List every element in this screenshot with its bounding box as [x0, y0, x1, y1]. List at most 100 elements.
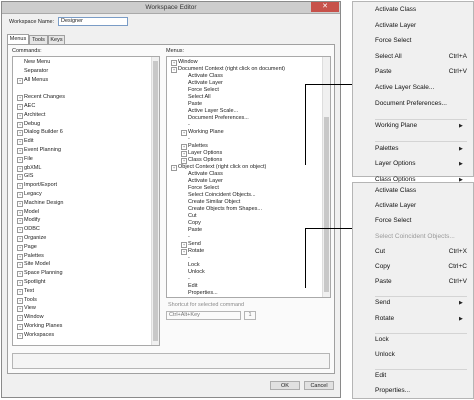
- expand-icon[interactable]: +: [181, 144, 187, 150]
- callout-bracket-object: [305, 228, 306, 288]
- shortcut-modifier-select[interactable]: Ctrl+Alt+Key: [166, 311, 241, 320]
- expand-icon[interactable]: +: [181, 151, 187, 157]
- tab-keys[interactable]: Keys: [48, 35, 65, 44]
- commands-scroll-thumb[interactable]: [153, 61, 158, 341]
- menu-item[interactable]: Activate Class: [375, 6, 416, 14]
- expand-icon[interactable]: +: [17, 324, 23, 330]
- expand-icon[interactable]: +: [171, 67, 177, 73]
- command-label: Spotlight: [24, 279, 46, 285]
- menu-tree-label: Activate Class: [188, 171, 223, 177]
- menu-item[interactable]: Send: [375, 299, 390, 307]
- commands-list[interactable]: New Menu Separator + All Menus + Recent Chang…: [12, 56, 160, 346]
- submenu-arrow-icon: ▶: [459, 300, 463, 307]
- callout-bracket-document: [305, 84, 306, 165]
- expand-icon[interactable]: +: [17, 288, 23, 295]
- command-label: Organize: [24, 235, 47, 241]
- expand-icon[interactable]: +: [17, 227, 23, 234]
- menus-scroll-thumb[interactable]: [324, 117, 329, 292]
- expand-icon[interactable]: +: [181, 242, 187, 248]
- expand-icon[interactable]: +: [17, 209, 23, 216]
- commands-scrollbar[interactable]: [151, 57, 159, 345]
- menu-item[interactable]: Lock: [375, 336, 389, 344]
- expand-icon[interactable]: +: [17, 262, 23, 269]
- expand-icon[interactable]: +: [181, 249, 187, 255]
- menu-item[interactable]: Rotate: [375, 315, 394, 323]
- menu-item[interactable]: Properties...: [375, 387, 410, 395]
- expand-icon[interactable]: +: [17, 297, 23, 304]
- menus-tree[interactable]: + Window + Document Context (right click on…: [166, 56, 331, 298]
- menu-item[interactable]: Unlock: [375, 351, 395, 359]
- command-label: Legacy: [24, 191, 42, 197]
- workspace-editor-dialog: Workspace Editor ✕ Workspace Name: Desig…: [1, 1, 341, 398]
- menu-item[interactable]: Select All: [375, 53, 402, 61]
- expand-icon[interactable]: +: [17, 332, 23, 339]
- tab-menus[interactable]: Menus: [7, 34, 29, 44]
- command-label: GIS: [24, 173, 34, 180]
- menu-item[interactable]: Active Layer Scale...: [375, 84, 434, 92]
- command-label: Text: [24, 287, 35, 294]
- expand-icon[interactable]: +: [17, 315, 23, 322]
- expand-icon[interactable]: +: [17, 218, 23, 225]
- close-icon[interactable]: ✕: [311, 2, 339, 12]
- menus-scrollbar[interactable]: [322, 57, 330, 297]
- menu-item[interactable]: Layer Options: [375, 160, 415, 168]
- menu-tree-label: Cut: [188, 213, 197, 219]
- command-label: Palettes: [24, 252, 44, 259]
- menu-item[interactable]: Paste: [375, 278, 392, 286]
- expand-icon[interactable]: +: [17, 174, 23, 181]
- expand-icon[interactable]: +: [17, 165, 23, 172]
- menu-tree-label: Paste: [188, 101, 203, 107]
- dialog-title: Workspace Editor: [145, 4, 197, 11]
- expand-icon[interactable]: +: [17, 244, 23, 251]
- menu-item-shortcut: Ctrl+A: [448, 52, 467, 60]
- cancel-button[interactable]: Cancel: [304, 381, 334, 390]
- menu-item[interactable]: Force Select: [375, 217, 412, 225]
- shortcut-key-field[interactable]: 1: [244, 311, 256, 320]
- menu-item[interactable]: Working Plane: [375, 122, 417, 130]
- expand-icon[interactable]: +: [181, 130, 187, 136]
- menu-item-shortcut: Ctrl+X: [448, 247, 467, 255]
- submenu-arrow-icon: ▶: [459, 161, 463, 168]
- menu-separator: [375, 118, 467, 120]
- menu-item[interactable]: Copy: [375, 263, 390, 271]
- expand-icon[interactable]: +: [17, 148, 23, 154]
- expand-icon[interactable]: +: [17, 306, 23, 313]
- expand-icon[interactable]: +: [171, 60, 177, 66]
- expand-icon[interactable]: +: [17, 183, 23, 190]
- menu-tree-label: Document Preferences...: [188, 115, 249, 121]
- expand-icon[interactable]: +: [17, 236, 23, 242]
- menu-tree-label: Create Similar Object: [188, 199, 241, 205]
- menu-item[interactable]: Palettes: [375, 145, 399, 153]
- ok-button[interactable]: OK: [270, 381, 300, 390]
- tab-tools[interactable]: Tools: [29, 35, 48, 44]
- workspace-name-label: Workspace Name:: [9, 19, 55, 25]
- expand-icon[interactable]: +: [17, 280, 23, 286]
- object-context-menu: Activate Class Activate Layer Force Select…: [352, 182, 474, 399]
- expand-icon[interactable]: +: [17, 139, 23, 146]
- menu-item[interactable]: Document Preferences...: [375, 100, 447, 108]
- menu-separator: [375, 369, 467, 371]
- expand-icon[interactable]: +: [17, 130, 23, 137]
- workspace-name-input[interactable]: Designer: [58, 17, 128, 26]
- command-label: Separator: [24, 67, 49, 74]
- expand-icon[interactable]: +: [17, 121, 23, 128]
- expand-icon[interactable]: +: [17, 104, 23, 110]
- menu-item[interactable]: Force Select: [375, 37, 412, 45]
- expand-icon[interactable]: +: [17, 253, 23, 260]
- expand-icon[interactable]: +: [17, 200, 23, 207]
- menu-item[interactable]: Edit: [375, 372, 386, 380]
- command-label: View: [24, 305, 36, 312]
- expand-icon[interactable]: +: [17, 192, 23, 198]
- expand-icon[interactable]: +: [17, 156, 23, 163]
- menu-item[interactable]: Activate Class: [375, 187, 416, 195]
- menu-item[interactable]: Activate Layer: [375, 22, 416, 30]
- expand-icon[interactable]: +: [17, 112, 23, 119]
- menu-item[interactable]: Paste: [375, 68, 392, 76]
- command-label: Import/Export: [24, 182, 58, 189]
- expand-icon[interactable]: +: [17, 271, 23, 278]
- menu-item[interactable]: Cut: [375, 248, 385, 256]
- menu-item[interactable]: Activate Layer: [375, 202, 416, 210]
- expand-icon[interactable]: +: [17, 77, 23, 84]
- expand-icon[interactable]: +: [17, 95, 23, 102]
- expand-icon[interactable]: +: [171, 165, 177, 171]
